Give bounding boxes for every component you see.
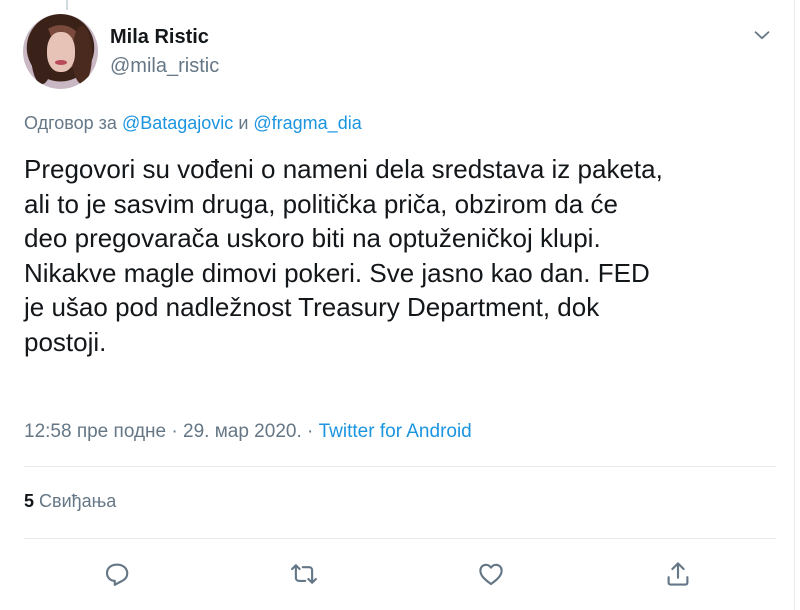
retweet-icon[interactable] (289, 559, 319, 589)
chevron-down-icon[interactable] (751, 24, 773, 46)
mention-link[interactable]: @fragma_dia (253, 113, 361, 133)
likes-count: 5 (24, 491, 35, 511)
divider (24, 466, 776, 467)
divider (24, 538, 776, 539)
likes-label: Свиђања (39, 491, 117, 511)
reply-conjunction: и (238, 113, 249, 133)
avatar[interactable] (23, 14, 98, 89)
tweet-meta: 12:58 пре подне · 29. мар 2020. · Twitte… (24, 421, 472, 443)
tweet-card: Mila Ristic @mila_ristic Одговор за @Bat… (0, 0, 795, 610)
reply-icon[interactable] (102, 559, 132, 589)
tweet-source[interactable]: Twitter for Android (319, 421, 472, 442)
meta-separator: · (307, 421, 314, 442)
heart-icon[interactable] (476, 559, 506, 589)
reply-prefix: Одговор за (24, 113, 117, 133)
share-icon[interactable] (663, 559, 693, 589)
meta-separator: · (171, 421, 178, 442)
tweet-date[interactable]: 29. мар 2020. (183, 421, 302, 442)
tweet-text: Pregovori su vođeni o nameni dela sredst… (24, 154, 663, 357)
tweet-time[interactable]: 12:58 пре подне (24, 421, 166, 442)
author-name[interactable]: Mila Ristic (110, 26, 209, 49)
reply-context: Одговор за @Batagajovic и @fragma_dia (24, 113, 362, 134)
thread-line (66, 0, 68, 10)
author-handle[interactable]: @mila_ristic (110, 55, 219, 78)
likes-stat[interactable]: 5 Свиђања (24, 491, 116, 512)
mention-link[interactable]: @Batagajovic (122, 113, 233, 133)
